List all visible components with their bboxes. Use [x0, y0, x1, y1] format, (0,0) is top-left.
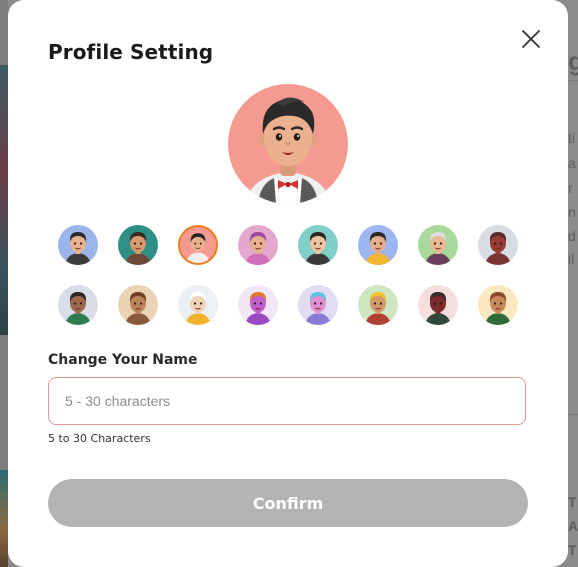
- background-text: g: [568, 46, 578, 76]
- avatar-option[interactable]: [478, 285, 518, 325]
- modal-title: Profile Setting: [48, 40, 214, 64]
- avatar-option[interactable]: [418, 285, 458, 325]
- background-text: d: [568, 228, 576, 244]
- background-artwork: [0, 470, 8, 567]
- avatar-option[interactable]: [298, 285, 338, 325]
- avatar-option[interactable]: [178, 225, 218, 265]
- avatar-woman-purple-icon: [245, 232, 271, 265]
- avatar-option[interactable]: [58, 225, 98, 265]
- avatar-hooded-icon: [485, 232, 511, 265]
- background-text: r: [568, 180, 573, 196]
- avatar-man-bowtie-icon: [186, 233, 210, 263]
- avatar-option[interactable]: [178, 285, 218, 325]
- name-hint: 5 to 30 Characters: [48, 432, 151, 445]
- background-text: A: [568, 518, 578, 534]
- avatar-man-smile-icon: [485, 292, 511, 325]
- avatar-option[interactable]: [358, 285, 398, 325]
- background-right-strip: g ti a r n d il T A T: [568, 0, 578, 567]
- avatar-option[interactable]: [118, 225, 158, 265]
- avatar-option[interactable]: [58, 285, 98, 325]
- avatar-option[interactable]: [238, 285, 278, 325]
- avatar-option[interactable]: [238, 225, 278, 265]
- avatar-man-bowtie-icon: [246, 97, 330, 204]
- background-text: n: [568, 204, 576, 220]
- avatar-woman-teal-icon: [305, 232, 331, 265]
- avatar-option[interactable]: [298, 225, 338, 265]
- background-text: il: [568, 251, 575, 267]
- close-button[interactable]: [514, 22, 548, 56]
- background-text: a: [568, 155, 576, 171]
- avatar-astronaut-icon: [185, 292, 211, 325]
- avatar-woman-waving-icon: [125, 292, 151, 325]
- avatar-woman-green-icon: [65, 292, 91, 325]
- background-text: T: [568, 494, 577, 510]
- divider: [568, 414, 578, 415]
- background-left-strip: [0, 0, 8, 567]
- name-input[interactable]: [48, 377, 526, 425]
- background-text: ti: [568, 130, 575, 146]
- avatar-masked-icon: [425, 292, 451, 325]
- avatar-option[interactable]: [418, 225, 458, 265]
- avatar-option[interactable]: [478, 225, 518, 265]
- avatar-man-yellow-icon: [365, 232, 391, 265]
- avatar-option[interactable]: [358, 225, 398, 265]
- avatar-cyber-icon: [305, 292, 331, 325]
- avatar-robot-purple-icon: [245, 292, 271, 325]
- avatar-old-man-icon: [425, 232, 451, 265]
- avatar-option[interactable]: [118, 285, 158, 325]
- avatar-man-suit-icon: [65, 232, 91, 265]
- avatar-man-teal-icon: [125, 232, 151, 265]
- avatar-king-icon: [365, 292, 391, 325]
- background-text: T: [568, 542, 577, 558]
- confirm-button[interactable]: Confirm: [48, 479, 528, 527]
- background-artwork: [0, 65, 8, 335]
- change-name-label: Change Your Name: [48, 352, 198, 368]
- profile-setting-modal: Profile Setting Change Your Name 5 - 30 …: [8, 0, 568, 567]
- close-icon: [522, 30, 540, 48]
- selected-avatar-preview: [228, 84, 348, 204]
- divider: [568, 80, 578, 81]
